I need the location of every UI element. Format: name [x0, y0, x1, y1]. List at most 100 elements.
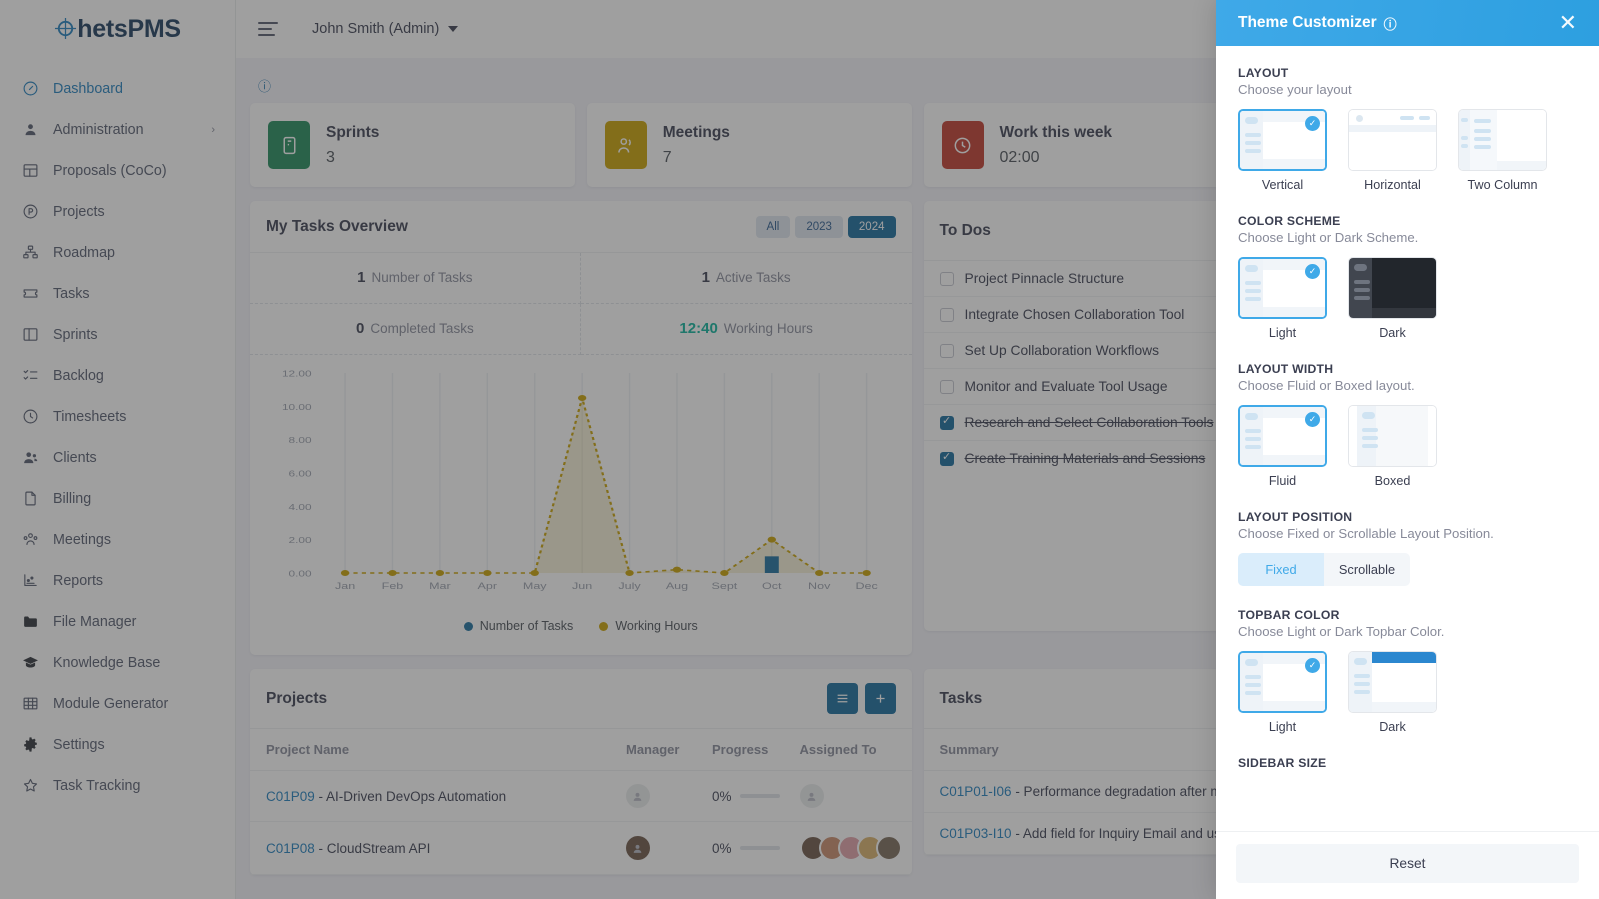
tc-option-thumbnail[interactable] [1348, 257, 1437, 319]
tc-option-fluid[interactable]: ✓ Fluid [1238, 405, 1327, 488]
sidebar-item-meetings[interactable]: Meetings [0, 519, 235, 560]
tc-option-light[interactable]: ✓ Light [1238, 257, 1327, 340]
tc-option-label: Two Column [1467, 178, 1538, 192]
tc-option-thumbnail[interactable] [1458, 109, 1547, 171]
graduation-icon [22, 654, 39, 671]
stat-value: 7 [662, 148, 672, 166]
theme-customizer-panel: Theme Customizer ⓘ ✕ LAYOUT Choose your l… [1216, 0, 1599, 899]
sidebar-item-backlog[interactable]: Backlog [0, 355, 235, 396]
sidebar-item-label: Dashboard [53, 80, 123, 97]
tc-option-thumbnail[interactable] [1348, 651, 1437, 713]
todo-checkbox[interactable] [939, 450, 954, 466]
legend-color-dot [599, 621, 609, 631]
tc-option-label: Light [1268, 326, 1297, 340]
project-code-link[interactable]: C01P08 [266, 841, 315, 856]
tc-segment-fixed[interactable]: Fixed [1238, 553, 1324, 586]
sidebar-item-reports[interactable]: Reports [0, 560, 235, 601]
tc-segmented-control: Fixed Scrollable [1238, 553, 1410, 586]
sidebar-item-tasks[interactable]: Tasks [0, 273, 235, 314]
tc-option-dark[interactable]: Dark [1348, 257, 1437, 340]
todo-checkbox[interactable] [939, 414, 954, 430]
tc-section-layout-width: LAYOUT WIDTH Choose Fluid or Boxed layout… [1238, 362, 1577, 488]
stat-card-work-this-week[interactable]: Work this week 02:00 [923, 103, 1249, 187]
sidebar-item-label: Settings [53, 736, 105, 753]
sidebar-item-settings[interactable]: Settings [0, 724, 235, 765]
svg-text:Dec: Dec [855, 582, 878, 592]
sidebar-item-billing[interactable]: Billing [0, 478, 235, 519]
close-icon[interactable]: ✕ [1559, 12, 1577, 34]
check-icon: ✓ [1305, 116, 1320, 131]
project-name-cell: C01P09 - AI-Driven DevOps Automation [250, 770, 616, 822]
tc-segment-scrollable[interactable]: Scrollable [1324, 553, 1410, 586]
sidebar-item-sprints[interactable]: Sprints [0, 314, 235, 355]
kpi-label: Completed Tasks [370, 321, 474, 336]
sidebar-item-projects[interactable]: Projects [0, 191, 235, 232]
sidebar-item-administration[interactable]: Administration › [0, 109, 235, 150]
task-code-link[interactable]: C01P01-I06 [940, 784, 1012, 799]
legend-item-working-hours[interactable]: Working Hours [599, 619, 698, 633]
sidebar-item-roadmap[interactable]: Roadmap [0, 232, 235, 273]
tc-option-horizontal[interactable]: Horizontal [1348, 109, 1437, 192]
progress-value: 0% [711, 788, 732, 804]
file-icon [22, 490, 39, 507]
tc-option-thumbnail[interactable] [1348, 109, 1437, 171]
projects-add-button[interactable] [864, 683, 896, 714]
todo-checkbox[interactable] [939, 307, 954, 322]
svg-text:Apr: Apr [478, 582, 498, 592]
sidebar-item-file-manager[interactable]: File Manager [0, 601, 235, 642]
speedometer-icon [22, 80, 39, 97]
todo-checkbox[interactable] [939, 379, 954, 394]
reset-button[interactable]: Reset [1236, 844, 1579, 883]
brand-logo[interactable]: hetsPMS [0, 0, 235, 58]
chevron-right-icon: › [211, 123, 215, 136]
table-row[interactable]: C01P09 - AI-Driven DevOps Automation 0% [250, 770, 912, 822]
sidebar-item-dashboard[interactable]: Dashboard [0, 68, 235, 109]
todo-checkbox[interactable] [939, 343, 954, 358]
stat-card-sprints[interactable]: Sprints 3 [250, 103, 575, 187]
hamburger-icon[interactable] [258, 21, 280, 37]
tc-option-thumbnail[interactable]: ✓ [1238, 257, 1327, 319]
sidebar-item-timesheets[interactable]: Timesheets [0, 396, 235, 437]
sidebar-item-clients[interactable]: Clients [0, 437, 235, 478]
stat-card-meetings[interactable]: Meetings 7 [586, 103, 912, 187]
tc-option-light[interactable]: ✓ Light [1238, 651, 1327, 734]
todo-checkbox[interactable] [939, 271, 954, 286]
sidebar-item-knowledge-base[interactable]: Knowledge Base [0, 642, 235, 683]
kpi-label: Active Tasks [715, 270, 791, 285]
tc-option-dark[interactable]: Dark [1348, 651, 1437, 734]
sidebar-item-module-generator[interactable]: Module Generator [0, 683, 235, 724]
year-filter-2024[interactable]: 2024 [847, 215, 896, 238]
stat-title: Sprints [326, 123, 380, 141]
brand-mark-icon [55, 17, 77, 39]
tc-option-two-column[interactable]: Two Column [1458, 109, 1547, 192]
tc-option-thumbnail[interactable]: ✓ [1238, 405, 1327, 467]
info-circle-icon[interactable]: ⓘ [1384, 14, 1397, 33]
tc-option-vertical[interactable]: ✓ Vertical [1238, 109, 1327, 192]
task-code-link[interactable]: C01P03-I10 [940, 826, 1012, 841]
svg-text:July: July [618, 582, 641, 592]
tc-option-thumbnail[interactable]: ✓ [1238, 109, 1327, 171]
progress-value: 0% [711, 840, 732, 856]
user-menu[interactable]: John Smith (Admin) [312, 21, 459, 37]
tc-section-title: LAYOUT WIDTH [1238, 362, 1334, 376]
tc-section-subtitle: Choose Fixed or Scrollable Layout Positi… [1238, 526, 1494, 541]
manager-cell [615, 770, 702, 822]
tc-option-thumbnail[interactable]: ✓ [1238, 651, 1327, 713]
tc-option-label: Light [1268, 720, 1297, 734]
project-code-link[interactable]: C01P09 [266, 789, 315, 804]
avatar [875, 835, 902, 861]
sidebar-item-task-tracking[interactable]: Task Tracking [0, 765, 235, 806]
tc-option-thumbnail[interactable] [1348, 405, 1437, 467]
tc-section-sidebar-size: SIDEBAR SIZE [1238, 756, 1577, 770]
sidebar-item-proposals-coco[interactable]: Proposals (CoCo) [0, 150, 235, 191]
year-filter-2023[interactable]: 2023 [795, 215, 843, 238]
legend-item-number-of-tasks[interactable]: Number of Tasks [463, 619, 573, 633]
sidebar-item-label: Clients [53, 449, 97, 466]
svg-text:0.00: 0.00 [289, 570, 312, 579]
tc-option-boxed[interactable]: Boxed [1348, 405, 1437, 488]
year-filter-all[interactable]: All [755, 215, 791, 238]
progress-cell: 0% [701, 821, 790, 875]
projects-list-button[interactable] [826, 683, 858, 714]
sidebar-item-label: Tasks [53, 285, 90, 302]
table-row[interactable]: C01P08 - CloudStream API 0% [250, 821, 912, 875]
